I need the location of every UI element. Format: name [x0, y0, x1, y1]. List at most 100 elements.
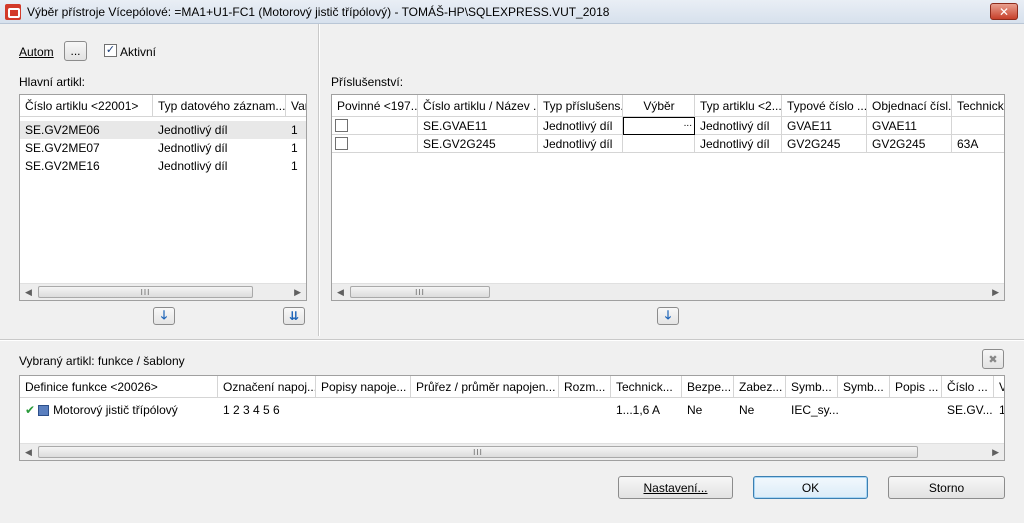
column-header[interactable]: Bezpe... [682, 376, 734, 398]
column-header[interactable]: Označení napoj... [218, 376, 316, 398]
scroll-thumb[interactable]: III [38, 446, 918, 458]
nastaveni-label: Nastavení... [643, 480, 708, 495]
column-header[interactable]: Rozm... [559, 376, 611, 398]
column-header[interactable]: Technické [952, 95, 1004, 117]
move-down-icon[interactable]: 🡓 [153, 307, 175, 325]
table-cell: GVAE11 [782, 117, 867, 135]
main-article-grid[interactable]: Číslo artiklu <22001> Typ datového zázna… [19, 94, 307, 301]
table-row[interactable]: SE.GV2G245 Jednotlivý díl Jednotlivý díl… [332, 135, 1004, 153]
window-title: Výběr přístroje Vícepólové: =MA1+U1-FC1 … [27, 4, 610, 19]
table-cell: 1 [291, 141, 298, 155]
column-header[interactable]: Definice funkce <20026> [20, 376, 218, 398]
close-window-button[interactable]: ✕ [990, 3, 1018, 20]
table-cell: Jednotlivý díl [538, 135, 623, 153]
table-row[interactable]: SE.GV2ME16 Jednotlivý díl 1 [20, 157, 306, 175]
table-cell: Jednotlivý díl [695, 117, 782, 135]
vyber-cell[interactable]: ... [623, 117, 695, 135]
aktivni-checkbox[interactable]: ✓ [104, 44, 117, 57]
column-header[interactable]: Typ datového záznam... [153, 95, 286, 117]
scroll-left-icon[interactable]: ◀ [25, 447, 32, 458]
vyber-cell[interactable] [623, 135, 695, 153]
table-cell [890, 401, 942, 419]
table-cell: ✔ Motorový jistič třípólový [20, 401, 218, 419]
povinne-checkbox[interactable] [335, 119, 348, 132]
table-cell: Jednotlivý díl [158, 159, 228, 173]
column-header[interactable]: Symb... [786, 376, 838, 398]
column-header[interactable]: Technick... [611, 376, 682, 398]
main-article-header: Číslo artiklu <22001> Typ datového zázna… [20, 95, 306, 117]
scroll-thumb[interactable]: III [38, 286, 253, 298]
function-grid[interactable]: Definice funkce <20026> Označení napoj..… [19, 375, 1005, 461]
accessories-header: Povinné <197... Číslo artiklu / Název ..… [332, 95, 1004, 117]
app-icon [5, 3, 21, 20]
horizontal-scrollbar[interactable]: ◀ III ▶ [20, 283, 306, 300]
column-header[interactable]: Povinné <197... [332, 95, 418, 117]
main-article-label: Hlavní artikl: [19, 75, 86, 89]
column-header[interactable]: Číslo artiklu <22001> [20, 95, 153, 117]
column-header[interactable]: Číslo artiklu / Název ... [418, 95, 538, 117]
table-row[interactable]: SE.GVAE11 Jednotlivý díl ... Jednotlivý … [332, 117, 1004, 135]
table-cell [838, 401, 890, 419]
table-cell: Jednotlivý díl [538, 117, 623, 135]
column-header[interactable]: V [994, 376, 1004, 398]
table-cell: 1 [291, 123, 298, 137]
column-header[interactable]: Číslo ... [942, 376, 994, 398]
selected-article-label: Vybraný artikl: funkce / šablony [19, 354, 185, 368]
table-cell: SE.GVAE11 [418, 117, 538, 135]
table-cell [316, 401, 411, 419]
scroll-right-icon[interactable]: ▶ [992, 447, 999, 458]
column-header[interactable]: Zabez... [734, 376, 786, 398]
table-cell [332, 135, 418, 153]
table-cell: GV2G245 [867, 135, 952, 153]
autom-label-text: Autom [19, 45, 54, 59]
horizontal-scrollbar[interactable]: ◀ III ▶ [332, 283, 1004, 300]
ok-button[interactable]: OK [753, 476, 868, 499]
table-cell: Ne [739, 403, 755, 417]
table-cell: 63A [952, 135, 1004, 153]
move-all-down-icon[interactable]: ⇊ [283, 307, 305, 325]
column-header[interactable]: Var [286, 95, 306, 117]
horizontal-splitter[interactable] [0, 339, 1024, 341]
scroll-left-icon[interactable]: ◀ [25, 287, 32, 298]
table-cell: GV2G245 [782, 135, 867, 153]
table-cell: SE.GV2ME06 [25, 123, 100, 137]
column-header[interactable]: Výběr [623, 95, 695, 117]
scroll-right-icon[interactable]: ▶ [992, 287, 999, 298]
column-header[interactable]: Symb... [838, 376, 890, 398]
scroll-right-icon[interactable]: ▶ [294, 287, 301, 298]
nastaveni-button[interactable]: Nastavení... [618, 476, 733, 499]
table-cell [332, 117, 418, 135]
storno-button[interactable]: Storno [888, 476, 1005, 499]
table-row[interactable]: ✔ Motorový jistič třípólový 1 2 3 4 5 6 … [20, 401, 1004, 419]
function-icon [38, 404, 50, 416]
column-header[interactable]: Typ příslušens... [538, 95, 623, 117]
column-header[interactable]: Typové číslo ... [782, 95, 867, 117]
table-cell: SE.GV2ME07 [25, 141, 100, 155]
vyber-browse-button[interactable]: ... [684, 118, 692, 129]
column-header[interactable]: Typ artiklu <2... [695, 95, 782, 117]
povinne-checkbox[interactable] [335, 137, 348, 150]
table-cell: SE.GV2G245 [418, 135, 538, 153]
column-header[interactable]: Popis ... [890, 376, 942, 398]
horizontal-scrollbar[interactable]: ◀ III ▶ [20, 443, 1004, 460]
column-header[interactable]: Popisy napoje... [316, 376, 411, 398]
column-header[interactable]: Průřez / průměr napojen... [411, 376, 559, 398]
accessories-grid[interactable]: Povinné <197... Číslo artiklu / Název ..… [331, 94, 1005, 301]
table-cell [559, 401, 611, 419]
table-cell: IEC_sy... [791, 403, 838, 417]
table-cell: Jednotlivý díl [158, 123, 228, 137]
table-row[interactable]: SE.GV2ME06 Jednotlivý díl 1 [20, 121, 306, 139]
vertical-splitter[interactable] [318, 24, 320, 336]
table-row[interactable]: SE.GV2ME07 Jednotlivý díl 1 [20, 139, 306, 157]
column-header[interactable]: Objednací čísl... [867, 95, 952, 117]
accessory-move-down-icon[interactable]: 🡓 [657, 307, 679, 325]
table-cell: 1 [291, 159, 298, 173]
close-panel-button[interactable]: ✖ [982, 349, 1004, 369]
aktivni-label: Aktivní [120, 45, 157, 59]
table-cell: 1 2 3 4 5 6 [223, 403, 280, 417]
autom-more-button[interactable]: ... [64, 41, 87, 61]
table-cell: 1 [994, 401, 1004, 419]
scroll-thumb[interactable]: III [350, 286, 490, 298]
table-cell: 1...1,6 A [616, 403, 661, 417]
scroll-left-icon[interactable]: ◀ [337, 287, 344, 298]
